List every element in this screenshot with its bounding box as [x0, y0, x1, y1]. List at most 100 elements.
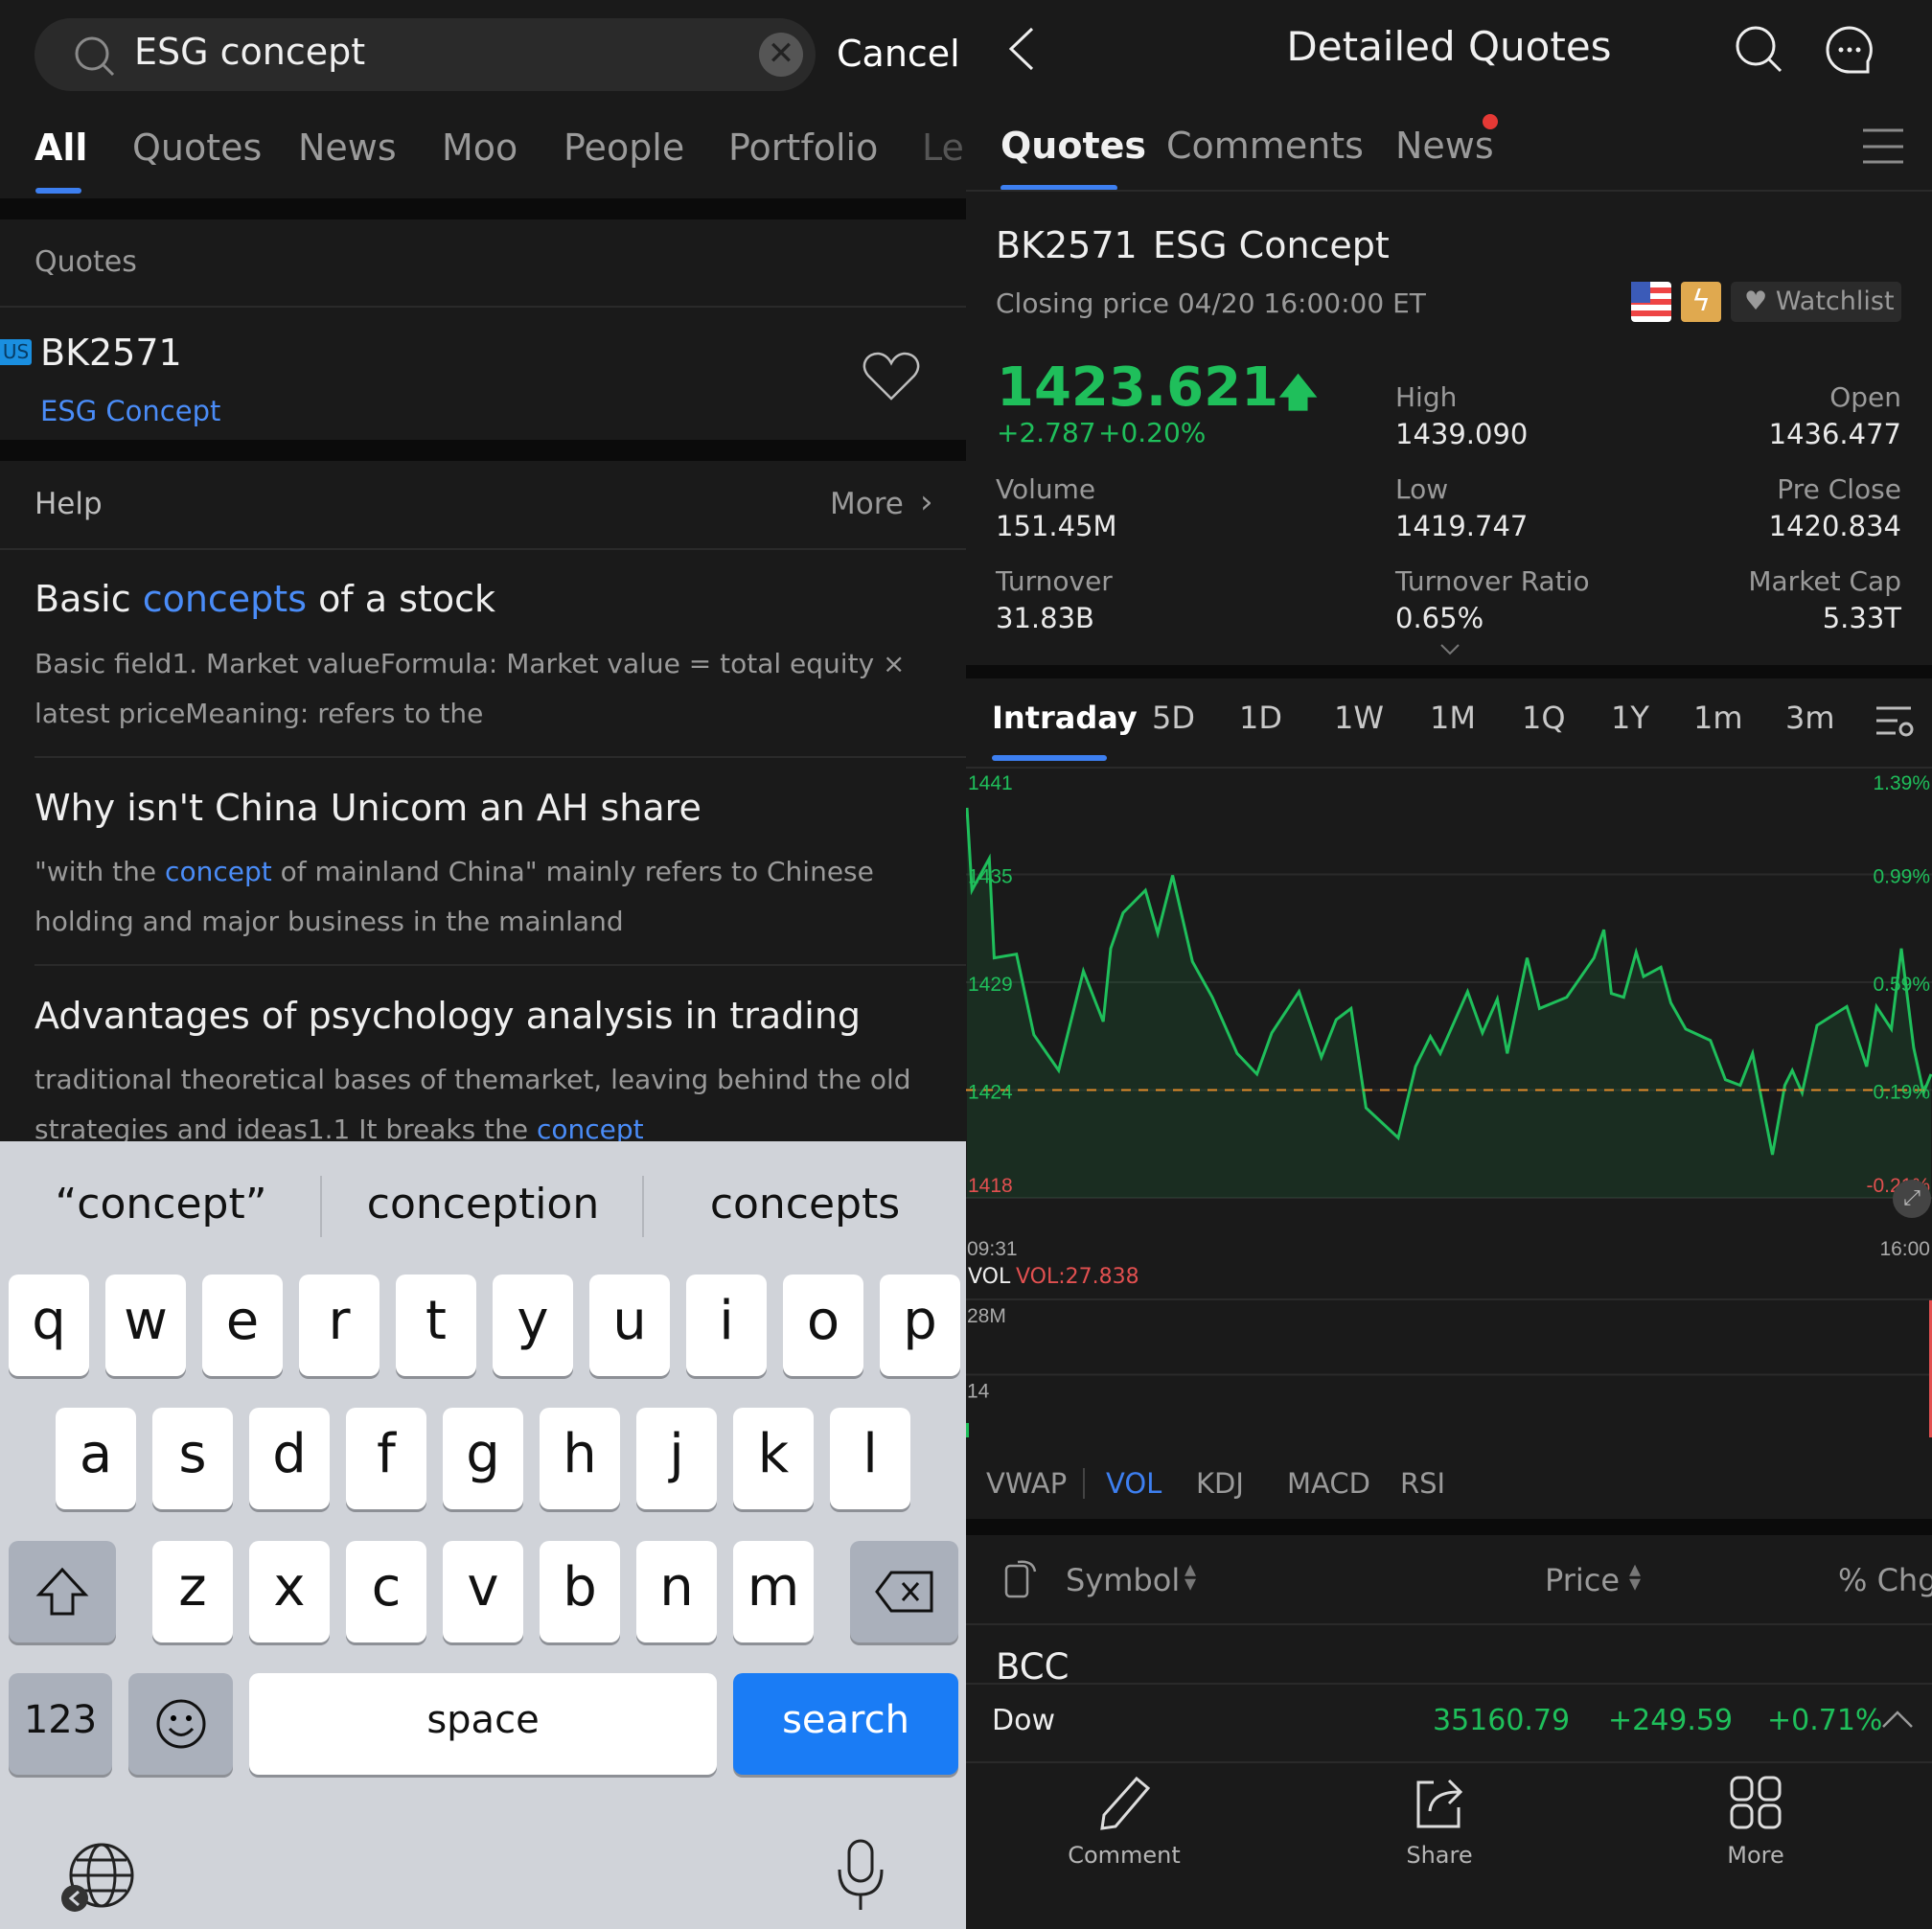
search-key[interactable]: search	[733, 1673, 958, 1775]
key-j[interactable]: j	[636, 1408, 717, 1509]
key-o[interactable]: o	[783, 1275, 863, 1376]
chart-tab-3m[interactable]: 3m	[1785, 700, 1835, 736]
chart-tab-1m[interactable]: 1m	[1693, 700, 1743, 736]
chevron-up-icon[interactable]	[1881, 1710, 1914, 1729]
key-n[interactable]: n	[636, 1541, 717, 1642]
suggestion[interactable]: conception	[322, 1180, 644, 1229]
fullscreen-icon[interactable]: ⤢	[1893, 1180, 1931, 1218]
expand-chevron-icon[interactable]	[1440, 644, 1460, 655]
shift-key[interactable]	[9, 1541, 116, 1642]
key-g[interactable]: g	[443, 1408, 523, 1509]
y-tick-label: 1418	[968, 1175, 1013, 1197]
clear-icon[interactable]: ✕	[759, 33, 803, 77]
indicator-vwap[interactable]: VWAP	[986, 1467, 1067, 1500]
key-s[interactable]: s	[152, 1408, 233, 1509]
key-l[interactable]: l	[830, 1408, 910, 1509]
row-symbol[interactable]: BCC	[996, 1646, 1069, 1688]
key-b[interactable]: b	[540, 1541, 620, 1642]
intraday-chart[interactable]: 1441 1.39% 1435 0.99% 1429 0.59% 1424 0.19% 1418…	[966, 767, 1932, 1437]
article-title[interactable]: Advantages of psychology analysis in tra…	[34, 995, 861, 1037]
microphone-icon[interactable]	[834, 1837, 887, 1914]
space-key[interactable]: space	[249, 1673, 717, 1775]
suggestion[interactable]: concepts	[644, 1180, 966, 1229]
tab-portfolio[interactable]: Portfolio	[728, 126, 878, 169]
column-price[interactable]: Price	[1545, 1562, 1620, 1598]
key-u[interactable]: u	[589, 1275, 670, 1376]
chart-tab-intraday[interactable]: Intraday	[992, 700, 1138, 736]
stock-symbol: BK2571	[996, 224, 1138, 266]
chart-tab-5d[interactable]: 5D	[1152, 700, 1195, 736]
column-symbol[interactable]: Symbol	[1066, 1562, 1180, 1598]
indicator-kdj[interactable]: KDJ	[1196, 1467, 1244, 1500]
more-link[interactable]: More	[830, 487, 904, 521]
globe-icon[interactable]	[56, 1839, 142, 1916]
delete-key[interactable]	[850, 1541, 958, 1642]
key-t[interactable]: t	[396, 1275, 476, 1376]
chart-settings-icon[interactable]	[1876, 705, 1915, 740]
chart-tab-1d[interactable]: 1D	[1239, 700, 1282, 736]
chat-icon[interactable]	[1825, 25, 1874, 75]
indicator-vol[interactable]: VOL	[1106, 1467, 1162, 1500]
tab-comments[interactable]: Comments	[1166, 125, 1364, 167]
article-title[interactable]: Why isn't China Unicom an AH share	[34, 787, 702, 829]
key-k[interactable]: k	[733, 1408, 814, 1509]
chart-tab-1q[interactable]: 1Q	[1522, 700, 1566, 736]
key-v[interactable]: v	[443, 1541, 523, 1642]
search-icon[interactable]	[1735, 25, 1784, 75]
tab-moo[interactable]: Moo	[442, 126, 518, 169]
article-title[interactable]: Basic concepts of a stock	[34, 578, 495, 620]
key-c[interactable]: c	[346, 1541, 426, 1642]
key-a[interactable]: a	[56, 1408, 136, 1509]
article-body: traditional theoretical bases of themark…	[34, 1055, 935, 1155]
tab-news[interactable]: News	[298, 126, 397, 169]
sort-icon[interactable]: ▴ ▾	[1184, 1557, 1196, 1595]
search-query[interactable]: ESG concept	[134, 31, 365, 73]
chart-tab-1y[interactable]: 1Y	[1611, 700, 1649, 736]
result-name[interactable]: ESG Concept	[40, 395, 220, 427]
chart-tab-1m[interactable]: 1M	[1430, 700, 1476, 736]
key-x[interactable]: x	[249, 1541, 330, 1642]
tab-quotes[interactable]: Quotes	[132, 126, 262, 169]
more-button[interactable]: More	[1660, 1842, 1852, 1869]
indicator-rsi[interactable]: RSI	[1400, 1467, 1445, 1500]
key-e[interactable]: e	[202, 1275, 283, 1376]
emoji-key[interactable]	[128, 1673, 233, 1775]
heart-icon[interactable]	[862, 351, 920, 402]
key-y[interactable]: y	[493, 1275, 573, 1376]
tab-news[interactable]: News	[1395, 125, 1494, 167]
chart-tab-1w[interactable]: 1W	[1334, 700, 1384, 736]
key-q[interactable]: q	[9, 1275, 89, 1376]
key-p[interactable]: p	[880, 1275, 960, 1376]
key-m[interactable]: m	[733, 1541, 814, 1642]
menu-icon[interactable]	[1863, 128, 1903, 165]
tab-quotes[interactable]: Quotes	[1000, 125, 1146, 167]
suggestion[interactable]: “concept”	[0, 1180, 322, 1229]
pencil-icon[interactable]	[1098, 1775, 1152, 1830]
sort-icon[interactable]: ▴ ▾	[1629, 1557, 1641, 1595]
tab-learn[interactable]: Le	[922, 126, 964, 169]
column-pct-chg[interactable]: % Chg	[1838, 1562, 1932, 1598]
section-help: Help	[34, 487, 103, 521]
tab-all[interactable]: All	[34, 126, 87, 169]
watchlist-button[interactable]: ♥ Watchlist	[1731, 282, 1901, 322]
share-button[interactable]: Share	[1344, 1842, 1535, 1869]
result-symbol[interactable]: BK2571	[40, 332, 182, 374]
key-h[interactable]: h	[540, 1408, 620, 1509]
indicator-macd[interactable]: MACD	[1287, 1467, 1370, 1500]
cancel-button[interactable]: Cancel	[837, 33, 960, 75]
watchlist-label: Watchlist	[1775, 287, 1895, 316]
key-w[interactable]: w	[105, 1275, 186, 1376]
us-flag-icon	[1631, 282, 1671, 322]
key-z[interactable]: z	[152, 1541, 233, 1642]
share-icon[interactable]	[1413, 1775, 1466, 1830]
comment-button[interactable]: Comment	[1028, 1842, 1220, 1869]
key-i[interactable]: i	[686, 1275, 767, 1376]
key-r[interactable]: r	[299, 1275, 380, 1376]
numbers-key[interactable]: 123	[9, 1673, 112, 1775]
tab-people[interactable]: People	[564, 126, 684, 169]
more-grid-icon[interactable]	[1729, 1775, 1782, 1830]
key-f[interactable]: f	[346, 1408, 426, 1509]
title-text: Basic	[34, 578, 143, 620]
rotate-icon[interactable]	[1004, 1558, 1039, 1598]
key-d[interactable]: d	[249, 1408, 330, 1509]
